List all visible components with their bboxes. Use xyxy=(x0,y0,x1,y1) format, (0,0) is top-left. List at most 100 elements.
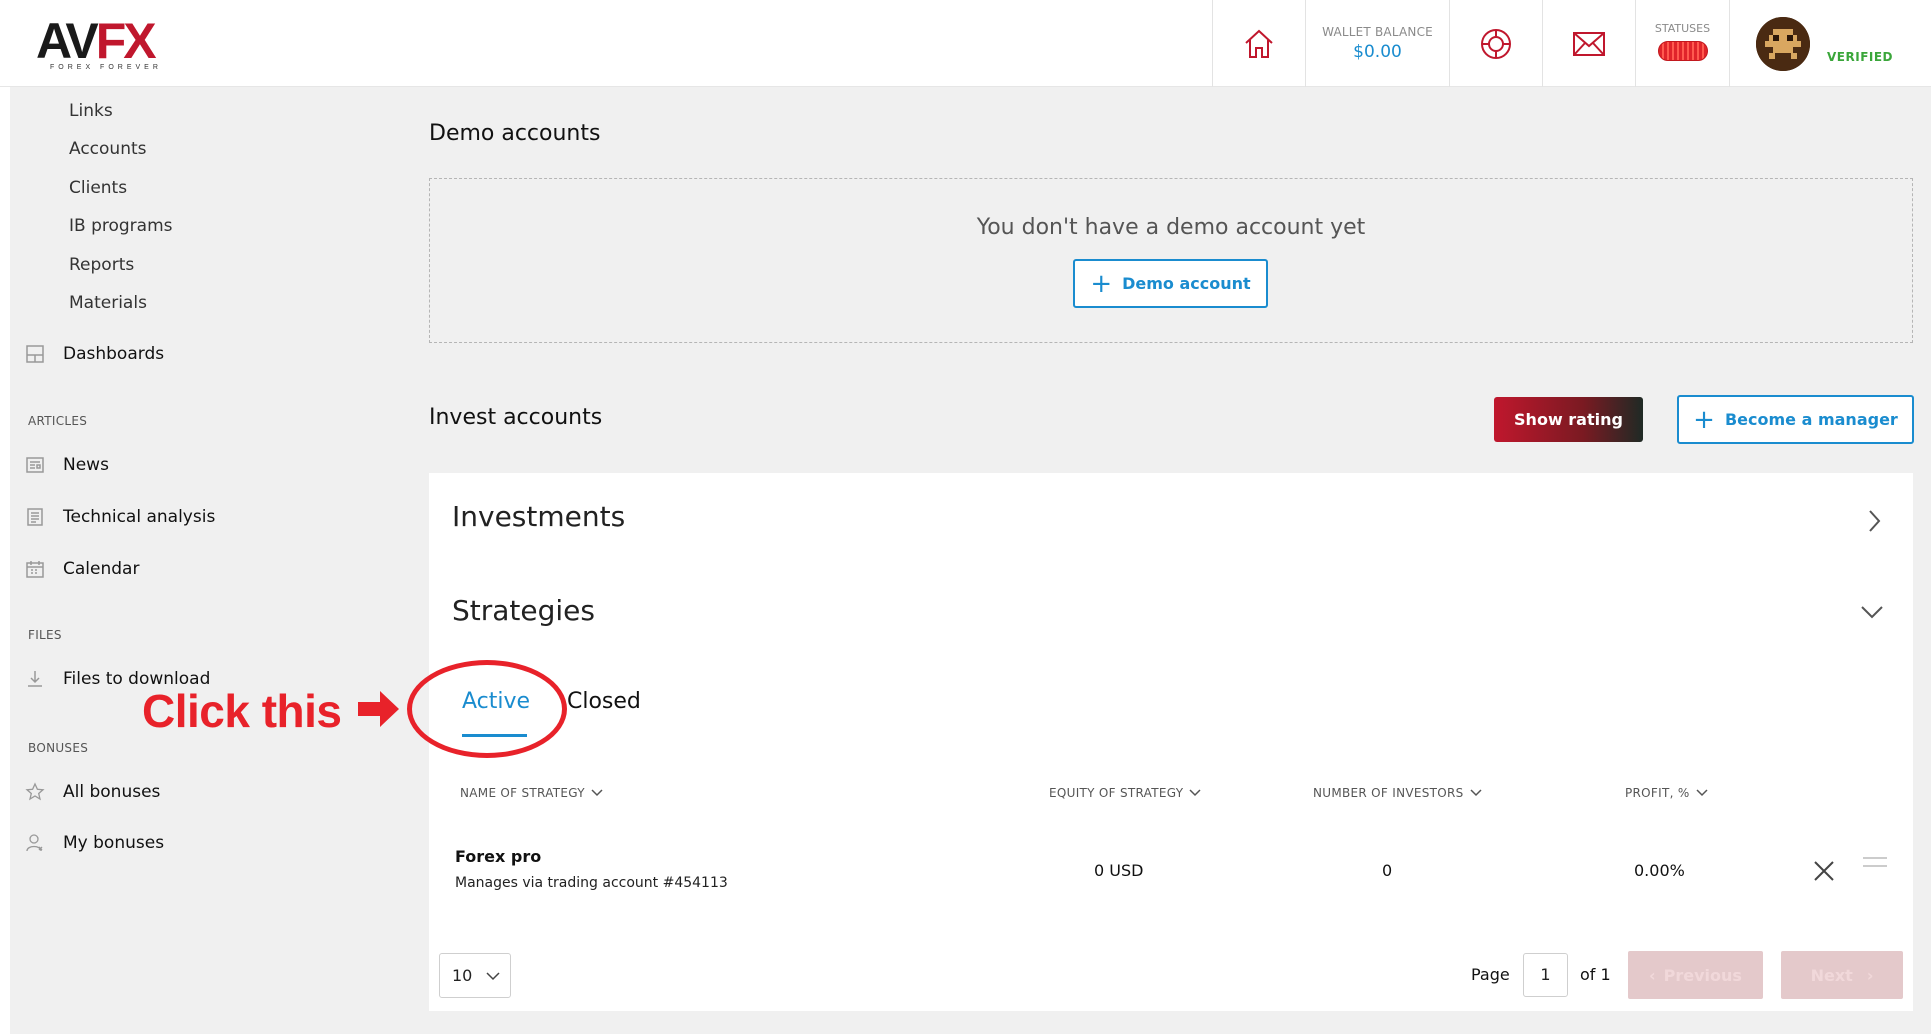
chevron-right-icon: › xyxy=(1866,965,1874,985)
invest-panel: Investments Strategies Active Closed NAM… xyxy=(429,473,1913,1011)
sidebar-item-reports[interactable]: Reports xyxy=(69,255,134,275)
support-button[interactable] xyxy=(1449,0,1542,87)
next-page-button[interactable]: Next › xyxy=(1781,951,1903,999)
column-label: NAME OF STRATEGY xyxy=(460,786,585,800)
sidebar-item-label: News xyxy=(63,455,109,475)
chevron-down-icon xyxy=(486,972,500,981)
drag-handle-icon[interactable] xyxy=(1862,855,1888,871)
demo-empty-message: You don't have a demo account yet xyxy=(976,215,1366,240)
column-name-of-strategy[interactable]: NAME OF STRATEGY xyxy=(460,786,603,800)
wallet-balance-label: WALLET BALANCE xyxy=(1322,25,1433,39)
sidebar-item-materials[interactable]: Materials xyxy=(69,293,147,313)
column-label: EQUITY OF STRATEGY xyxy=(1049,786,1184,800)
per-page-value: 10 xyxy=(452,966,473,985)
become-manager-button[interactable]: + Become a manager xyxy=(1677,395,1914,444)
add-demo-account-label: Demo account xyxy=(1122,274,1251,293)
logo-tagline: FOREX FOREVER xyxy=(50,64,162,71)
plus-icon: + xyxy=(1693,404,1715,435)
demo-accounts-title: Demo accounts xyxy=(429,121,601,146)
sort-chevron-icon xyxy=(1470,789,1482,797)
strategy-equity: 0 USD xyxy=(1094,861,1144,880)
invest-accounts-title: Invest accounts xyxy=(429,405,603,430)
column-number-of-investors[interactable]: NUMBER OF INVESTORS xyxy=(1313,786,1482,800)
sidebar-item-label: Technical analysis xyxy=(63,507,216,527)
mail-icon xyxy=(1573,31,1605,56)
sidebar: Links Accounts Clients IB programs Repor… xyxy=(10,87,410,1034)
download-icon xyxy=(24,668,46,690)
add-demo-account-button[interactable]: + Demo account xyxy=(1073,259,1268,308)
sidebar-item-dashboards[interactable]: Dashboards xyxy=(24,343,164,365)
sidebar-item-calendar[interactable]: Calendar xyxy=(24,558,139,580)
top-header: AVFX FOREX FOREVER WALLET BALANCE $0.00 … xyxy=(0,0,1931,87)
column-label: PROFIT, % xyxy=(1625,786,1690,800)
become-manager-label: Become a manager xyxy=(1724,410,1898,429)
sort-chevron-icon xyxy=(1696,789,1708,797)
column-profit[interactable]: PROFIT, % xyxy=(1625,786,1708,800)
star-icon xyxy=(24,781,46,803)
wallet-balance[interactable]: WALLET BALANCE $0.00 xyxy=(1305,0,1449,87)
strategy-profit: 0.00% xyxy=(1634,861,1685,880)
strategy-name: Forex pro xyxy=(455,847,542,866)
logo-text-av: AV xyxy=(36,13,99,69)
status-indicator xyxy=(1657,41,1708,61)
previous-page-button[interactable]: ‹ Previous xyxy=(1628,951,1763,999)
annotation-text: Click this xyxy=(142,685,342,737)
section-label-files: FILES xyxy=(28,628,62,642)
calendar-icon xyxy=(24,558,46,580)
strategy-account-info: Manages via trading account #454113 xyxy=(455,875,728,891)
user-icon xyxy=(24,832,46,854)
sidebar-item-technical-analysis[interactable]: Technical analysis xyxy=(24,506,215,528)
logo-text-fx: FX xyxy=(95,13,157,69)
wallet-balance-value: $0.00 xyxy=(1353,42,1402,62)
sidebar-item-label: All bonuses xyxy=(63,782,161,802)
arrow-right-icon xyxy=(358,691,399,727)
section-label-articles: ARTICLES xyxy=(28,414,88,428)
tab-closed[interactable]: Closed xyxy=(567,689,641,714)
sidebar-item-label: My bonuses xyxy=(63,833,165,853)
sort-chevron-icon xyxy=(591,789,603,797)
annotation-circle xyxy=(407,660,567,758)
page-number-input[interactable]: 1 xyxy=(1523,953,1568,997)
chevron-right-icon[interactable] xyxy=(1866,509,1882,533)
previous-label: Previous xyxy=(1663,965,1742,985)
chevron-down-icon[interactable] xyxy=(1860,604,1884,620)
statuses-button[interactable]: STATUSES xyxy=(1635,0,1729,87)
dashboard-icon xyxy=(24,343,46,365)
chevron-left-icon: ‹ xyxy=(1649,965,1656,985)
sidebar-item-links[interactable]: Links xyxy=(69,101,113,121)
strategies-heading[interactable]: Strategies xyxy=(452,594,595,627)
pixel-avatar-icon xyxy=(1756,17,1810,71)
newspaper-icon xyxy=(24,454,46,476)
page-total: of 1 xyxy=(1580,965,1611,984)
sidebar-item-news[interactable]: News xyxy=(24,454,109,476)
section-label-bonuses: BONUSES xyxy=(28,741,89,755)
plus-icon: + xyxy=(1090,268,1113,299)
home-button[interactable] xyxy=(1212,0,1305,87)
show-rating-button[interactable]: Show rating xyxy=(1494,397,1643,442)
sidebar-item-my-bonuses[interactable]: My bonuses xyxy=(24,832,164,854)
messages-button[interactable] xyxy=(1542,0,1635,87)
investments-heading[interactable]: Investments xyxy=(452,500,625,533)
sidebar-item-label: Dashboards xyxy=(63,344,165,364)
lifebuoy-icon xyxy=(1481,28,1511,59)
column-equity-of-strategy[interactable]: EQUITY OF STRATEGY xyxy=(1049,786,1201,800)
statuses-label: STATUSES xyxy=(1654,22,1711,35)
brand-logo[interactable]: AVFX FOREX FOREVER xyxy=(36,14,176,72)
sidebar-item-all-bonuses[interactable]: All bonuses xyxy=(24,781,160,803)
sidebar-item-clients[interactable]: Clients xyxy=(69,178,127,198)
sidebar-item-accounts[interactable]: Accounts xyxy=(69,139,147,159)
document-icon xyxy=(24,506,46,528)
sort-chevron-icon xyxy=(1189,789,1201,797)
sidebar-item-label: Calendar xyxy=(63,559,140,579)
left-edge xyxy=(0,0,10,1034)
demo-accounts-empty-box: You don't have a demo account yet + Demo… xyxy=(429,178,1913,343)
sidebar-item-ib-programs[interactable]: IB programs xyxy=(69,216,173,236)
verified-badge: VERIFIED xyxy=(1827,50,1894,64)
home-icon xyxy=(1245,29,1273,58)
next-label: Next xyxy=(1810,965,1853,985)
avatar[interactable] xyxy=(1756,17,1810,71)
column-label: NUMBER OF INVESTORS xyxy=(1313,786,1464,800)
strategy-investors: 0 xyxy=(1382,861,1393,880)
per-page-select[interactable]: 10 xyxy=(439,953,511,998)
close-icon[interactable] xyxy=(1812,859,1836,883)
